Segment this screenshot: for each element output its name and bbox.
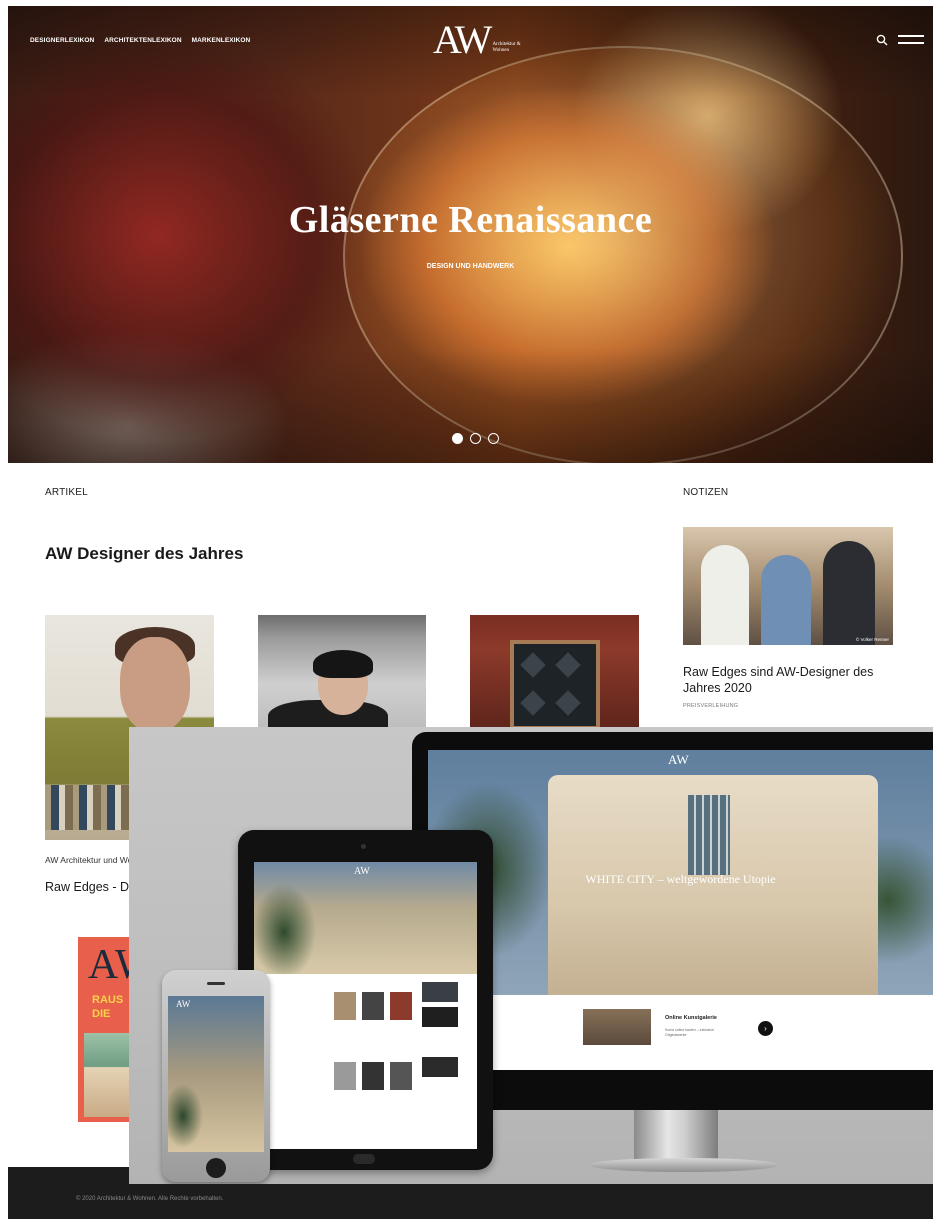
notes-tag: PREISVERLEIHUNG [683,703,739,709]
tablet-thumb [334,1062,356,1090]
smartphone-device: AW [162,970,270,1182]
notes-headline[interactable]: Raw Edges sind AW-Designer des Jahres 20… [683,664,903,696]
tablet-camera [361,844,366,849]
tablet-logo: AW [354,866,370,877]
nav-markenlexikon[interactable]: MARKENLEXIKON [192,37,251,44]
monitor-card-text: Kunst online kaufen – exklusive Original… [665,1028,715,1037]
monitor-hero-title: WHITE CITY – weltgewordene Utopie [585,872,776,886]
tablet-device: AW [238,830,493,1170]
tablet-thumb [422,1007,458,1027]
article-card-image-2[interactable] [258,615,426,730]
portrait-hair [313,650,373,678]
nav-architektenlexikon[interactable]: ARCHITEKTENLEXIKON [104,37,181,44]
article-card-image-3[interactable] [470,615,639,730]
nav-designerlexikon[interactable]: DESIGNERLEXIKON [30,37,94,44]
phone-speaker [207,982,225,985]
phone-home-button [206,1158,226,1178]
slider-dot-3[interactable] [488,433,499,444]
person-1 [701,545,749,645]
phone-screen: AW [168,996,264,1152]
portrait-face [120,637,190,732]
slider-dot-2[interactable] [470,433,481,444]
articles-label: ARTIKEL [45,487,88,498]
photo-credit: © Volker Renner [855,637,889,642]
articles-title: AW Designer des Jahres [45,544,244,563]
tablet-thumb [390,1062,412,1090]
tablet-home-button [353,1154,375,1164]
tablet-thumb [422,1057,458,1077]
hero-slider[interactable]: DESIGNERLEXIKON ARCHITEKTENLEXIKON MARKE… [8,6,933,463]
tablet-thumb [362,1062,384,1090]
search-icon[interactable] [876,34,888,46]
hamburger-menu-icon[interactable] [898,35,924,45]
ornamental-door [510,640,600,730]
logo-mark: AW [433,17,492,62]
monitor-screen: AW WHITE CITY – weltgewordene Utopie Onl… [428,750,933,1070]
hero-title[interactable]: Gläserne Renaissance [8,198,933,242]
tablet-thumb [362,992,384,1020]
slider-dots [452,433,499,444]
monitor-card-title: Online Kunstgalerie [665,1015,717,1021]
notes-label: NOTIZEN [683,487,729,498]
hero-subtitle: DESIGN UND HANDWERK [426,263,515,270]
monitor-next-arrow-icon: › [758,1021,773,1036]
monitor-stand-base [589,1158,779,1172]
tablet-hero-photo [254,862,477,974]
monitor-logo: AW [668,752,689,767]
site-logo[interactable]: AW Architektur & Wohnen [433,20,528,60]
tablet-screen: AW [254,862,477,1149]
tablet-thumb [422,982,458,1002]
monitor-thumbnail [583,1009,651,1045]
tablet-thumb [390,992,412,1020]
notes-image[interactable]: © Volker Renner [683,527,893,645]
phone-logo: AW [176,999,191,1009]
person-2 [761,555,811,645]
person-3 [823,541,875,645]
top-navigation: DESIGNERLEXIKON ARCHITEKTENLEXIKON MARKE… [30,37,250,44]
slider-dot-1[interactable] [452,433,463,444]
responsive-devices-mockup: AW WHITE CITY – weltgewordene Utopie Onl… [129,727,933,1184]
footer-copyright: © 2020 Architektur & Wohnen. Alle Rechte… [76,1196,224,1202]
tablet-thumb [334,992,356,1020]
monitor-content-strip: Online Kunstgalerie Kunst online kaufen … [428,995,933,1070]
logo-subtitle: Architektur & Wohnen [492,42,521,53]
